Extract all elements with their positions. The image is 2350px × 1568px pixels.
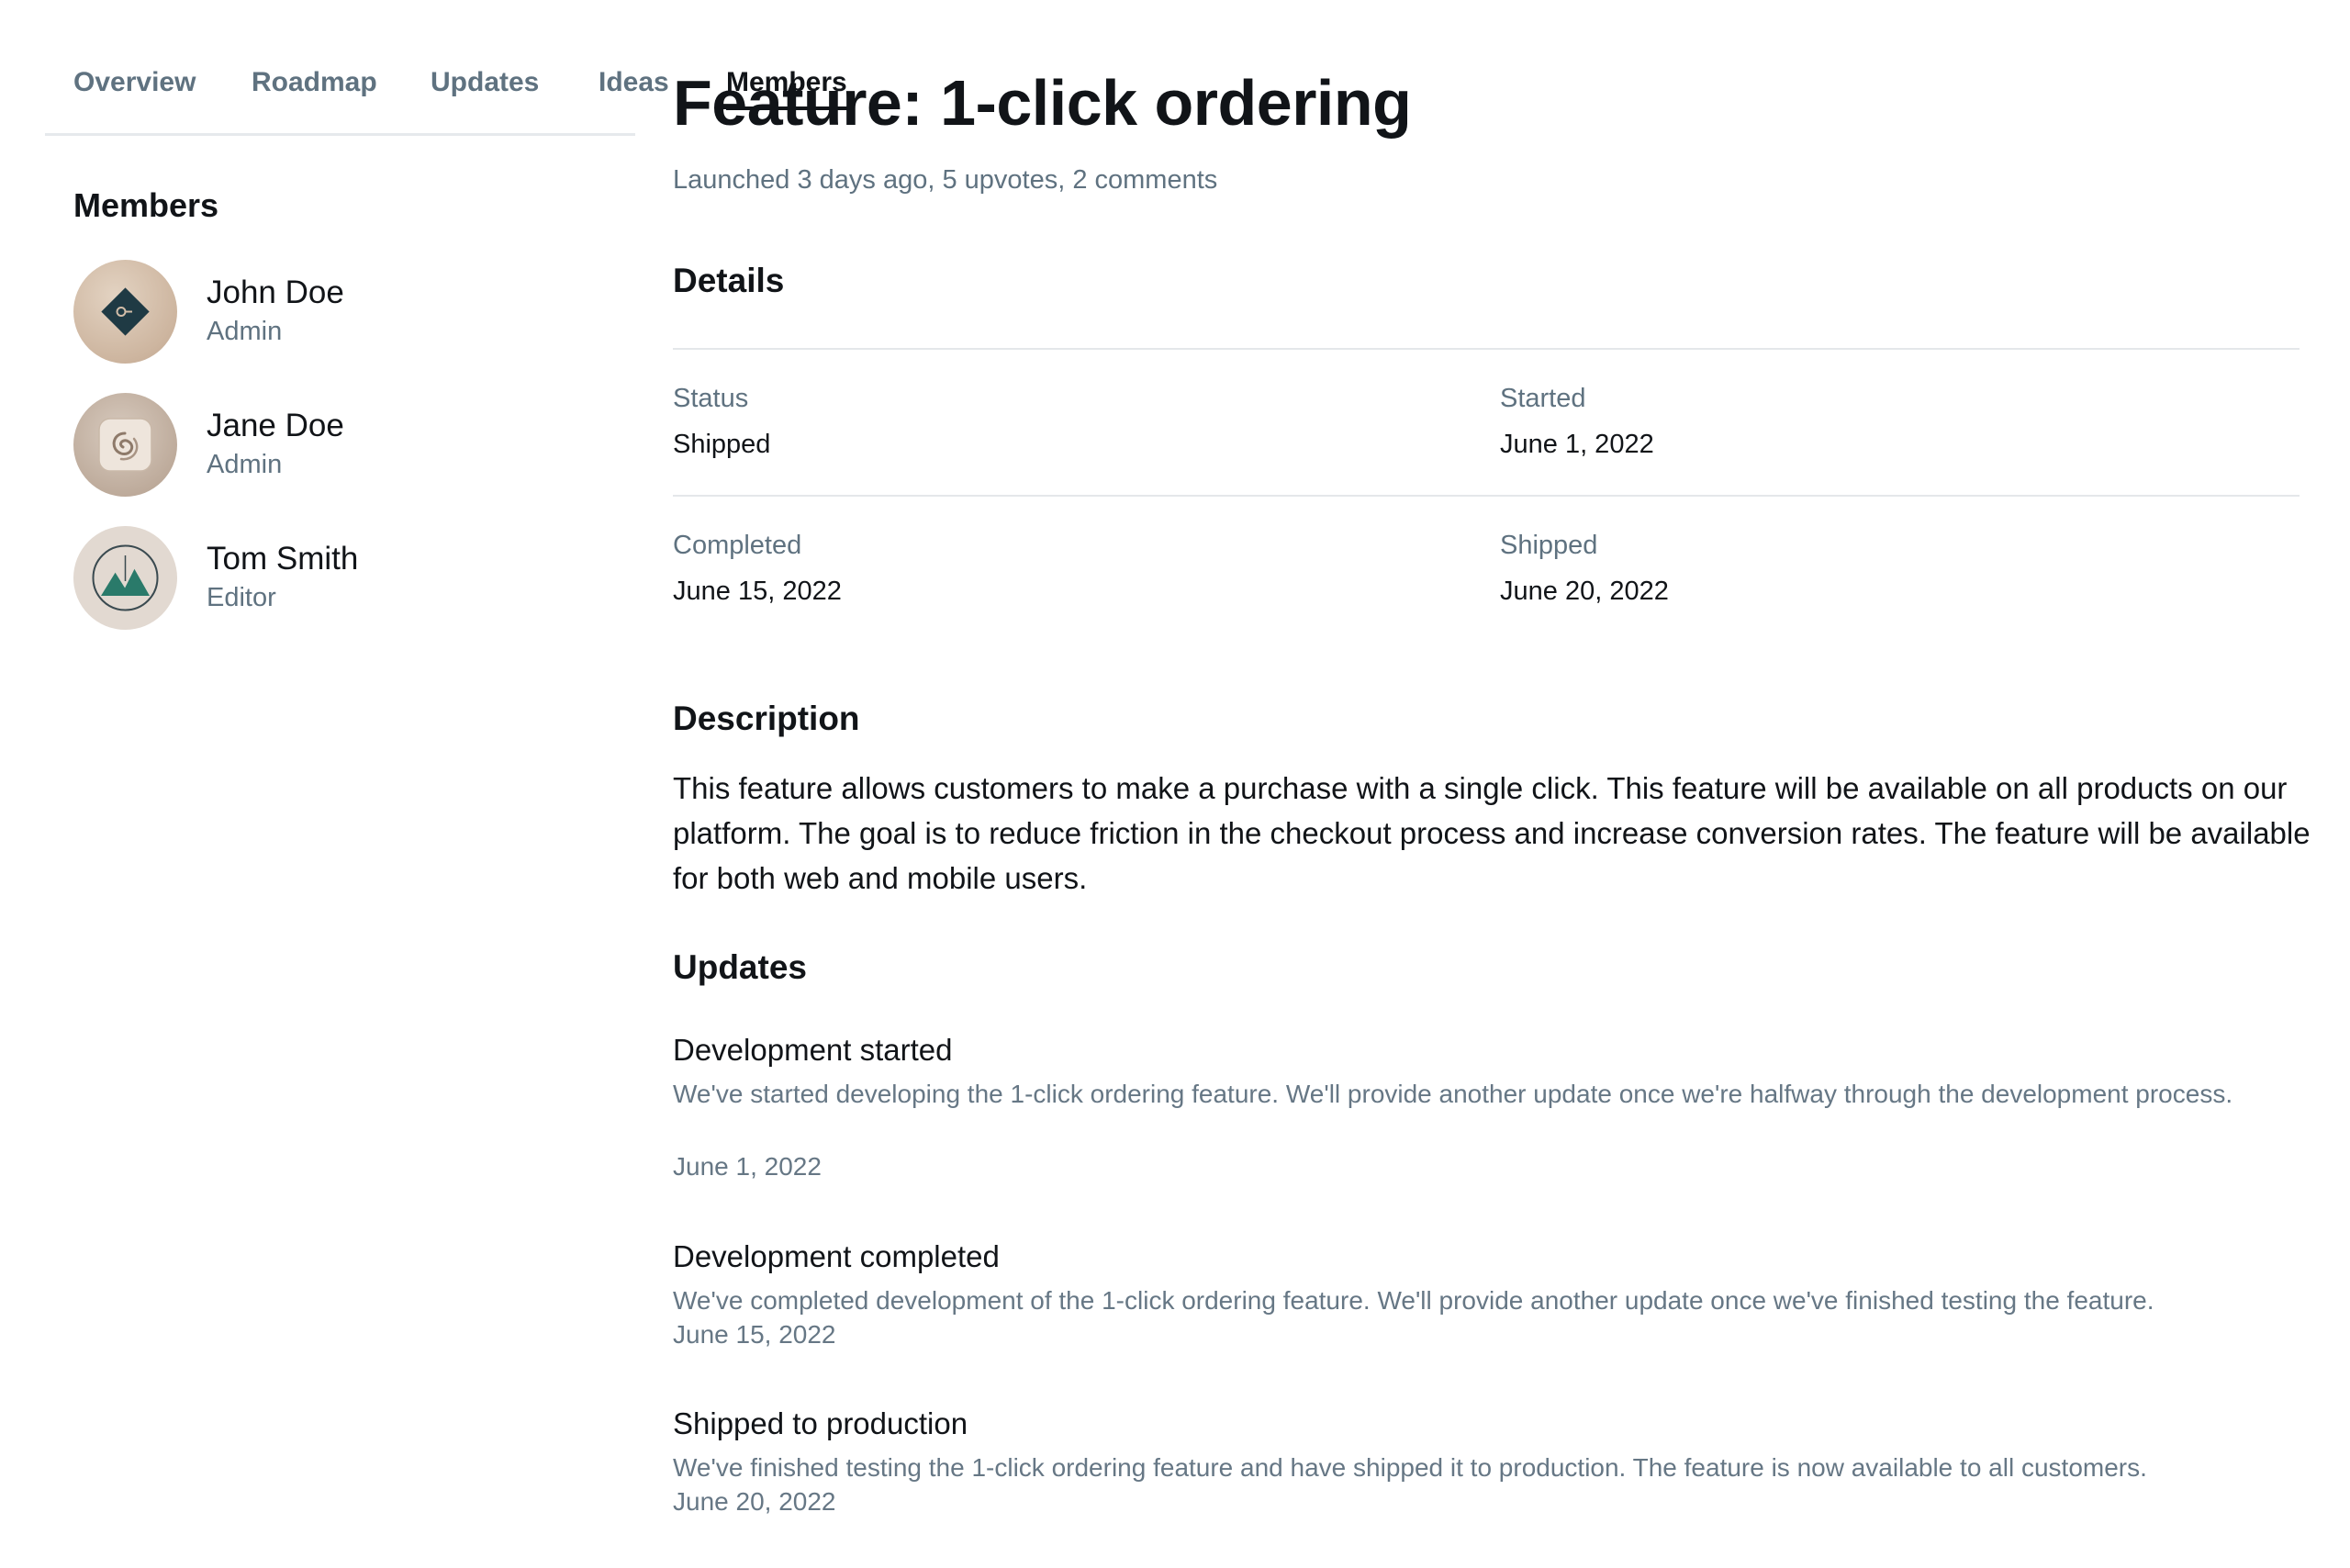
diamond-key-icon [101, 287, 150, 336]
avatar [73, 393, 177, 497]
feature-meta: Launched 3 days ago, 5 upvotes, 2 commen… [673, 165, 1218, 195]
member-role: Admin [207, 450, 283, 479]
avatar [73, 526, 177, 630]
completed-value: June 15, 2022 [673, 577, 842, 606]
update-body: We've completed development of the 1-cli… [673, 1286, 2154, 1315]
updates-heading: Updates [673, 948, 807, 986]
update-date: June 1, 2022 [673, 1152, 822, 1181]
tab-updates[interactable]: Updates [431, 66, 539, 106]
member-item[interactable]: Tom Smith Editor [73, 526, 588, 631]
tab-overview[interactable]: Overview [73, 66, 196, 106]
status-label: Status [673, 384, 749, 413]
details-heading: Details [673, 262, 785, 299]
update-title: Development started [673, 1033, 953, 1067]
update-date: June 15, 2022 [673, 1320, 836, 1349]
update-body: We've finished testing the 1-click order… [673, 1453, 2147, 1482]
started-value: June 1, 2022 [1500, 430, 1654, 459]
update-title: Shipped to production [673, 1406, 968, 1440]
started-label: Started [1500, 384, 1586, 413]
member-role: Editor [207, 583, 276, 612]
shipped-value: June 20, 2022 [1500, 577, 1669, 606]
update-body: We've started developing the 1-click ord… [673, 1080, 2233, 1108]
shipped-label: Shipped [1500, 531, 1598, 560]
member-item[interactable]: Jane Doe Admin [73, 393, 588, 498]
member-role: Admin [207, 317, 283, 346]
status-value: Shipped [673, 430, 771, 459]
tab-roadmap[interactable]: Roadmap [252, 66, 377, 106]
update-title: Development completed [673, 1239, 1000, 1273]
description-text: This feature allows customers to make a … [673, 771, 2311, 895]
tab-bar: Overview Roadmap Updates Ideas Members [45, 57, 847, 136]
member-name: Tom Smith [207, 541, 359, 577]
member-name: Jane Doe [207, 408, 344, 443]
mountain-icon [92, 544, 159, 611]
member-item[interactable]: John Doe Admin [73, 260, 588, 364]
avatar [73, 260, 177, 364]
divider [673, 348, 2300, 350]
tab-ideas[interactable]: Ideas [599, 66, 669, 106]
page-title: Feature: 1-click ordering [673, 67, 1412, 139]
swirl-icon [98, 418, 152, 472]
member-name: John Doe [207, 274, 344, 310]
description-heading: Description [673, 700, 860, 737]
divider [673, 495, 2300, 497]
update-date: June 20, 2022 [673, 1487, 836, 1516]
completed-label: Completed [673, 531, 802, 560]
members-heading: Members [73, 186, 219, 224]
